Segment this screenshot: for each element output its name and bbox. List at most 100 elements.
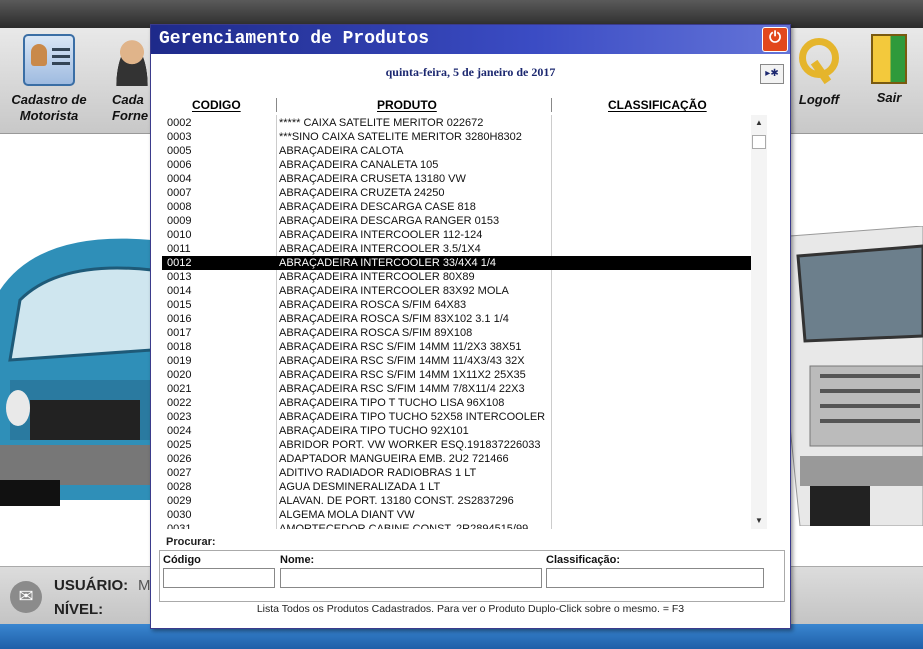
supplier-registration-button[interactable]: Cada Forne bbox=[112, 34, 152, 124]
truck-image bbox=[790, 226, 923, 526]
cell-code: 0019 bbox=[167, 355, 192, 367]
cell-product: ***** CAIXA SATELITE MERITOR 022672 bbox=[279, 117, 484, 129]
table-row[interactable]: 0008 ABRAÇADEIRA DESCARGA CASE 818 bbox=[162, 200, 751, 214]
table-row[interactable]: 0016 ABRAÇADEIRA ROSCA S/FIM 83X102 3.1 1… bbox=[162, 312, 751, 326]
cell-product: ABRAÇADEIRA DESCARGA RANGER 0153 bbox=[279, 215, 500, 227]
table-row[interactable]: 0024 ABRAÇADEIRA TIPO TUCHO 92X101 bbox=[162, 424, 751, 438]
table-row[interactable]: 0011 ABRAÇADEIRA INTERCOOLER 3.5/1X4 bbox=[162, 242, 751, 256]
cell-product: ALAVAN. DE PORT. 13180 CONST. 2S2837296 bbox=[279, 495, 514, 507]
cell-code: 0007 bbox=[167, 187, 192, 199]
cell-product: ABRAÇADEIRA DESCARGA CASE 818 bbox=[279, 201, 476, 213]
cell-product: ABRAÇADEIRA TIPO T TUCHO LISA 96X108 bbox=[279, 397, 505, 409]
cell-code: 0022 bbox=[167, 397, 192, 409]
search-title: Procurar: bbox=[166, 536, 216, 548]
cell-code: 0010 bbox=[167, 229, 192, 241]
cell-product: ABRAÇADEIRA INTERCOOLER 80X89 bbox=[279, 271, 475, 283]
table-row[interactable]: 0006 ABRAÇADEIRA CANALETA 105 bbox=[162, 158, 751, 172]
cell-product: ABRAÇADEIRA RSC S/FIM 14MM 11/2X3 38X51 bbox=[279, 341, 522, 353]
cell-code: 0023 bbox=[167, 411, 192, 423]
dialog-titlebar: Gerenciamento de Produtos ⏻ bbox=[151, 25, 790, 54]
column-header-classification[interactable]: CLASSIFICAÇÃO bbox=[608, 98, 707, 112]
table-row[interactable]: 0002 ***** CAIXA SATELITE MERITOR 022672 bbox=[162, 116, 751, 130]
cell-code: 0011 bbox=[167, 243, 191, 255]
cell-code: 0020 bbox=[167, 369, 192, 381]
cell-product: ABRAÇADEIRA INTERCOOLER 112-124 bbox=[279, 229, 483, 241]
mail-icon[interactable]: ✉ bbox=[10, 581, 42, 613]
table-row[interactable]: 0013 ABRAÇADEIRA INTERCOOLER 80X89 bbox=[162, 270, 751, 284]
cell-code: 0030 bbox=[167, 509, 192, 521]
cell-code: 0015 bbox=[167, 299, 192, 311]
cell-code: 0013 bbox=[167, 271, 192, 283]
dialog-title: Gerenciamento de Produtos bbox=[159, 29, 430, 49]
cell-product: ABRAÇADEIRA ROSCA S/FIM 64X83 bbox=[279, 299, 467, 311]
cell-code: 0009 bbox=[167, 215, 192, 227]
table-row[interactable]: 0021 ABRAÇADEIRA RSC S/FIM 14MM 7/8X11/4 … bbox=[162, 382, 751, 396]
driver-card-icon bbox=[23, 34, 75, 86]
vertical-scrollbar[interactable]: ▲ ▼ bbox=[751, 115, 767, 529]
table-row[interactable]: 0017 ABRAÇADEIRA ROSCA S/FIM 89X108 bbox=[162, 326, 751, 340]
user-label: USUÁRIO: bbox=[54, 577, 129, 594]
cell-product: ABRAÇADEIRA CRUZETA 24250 bbox=[279, 187, 445, 199]
cell-product: ABRIDOR PORT. VW WORKER ESQ.191837226033 bbox=[279, 439, 541, 451]
name-label: Nome: bbox=[280, 554, 315, 566]
navigate-button[interactable]: ▸✱ bbox=[760, 64, 784, 84]
cell-code: 0028 bbox=[167, 481, 192, 493]
power-close-icon[interactable]: ⏻ bbox=[762, 27, 788, 52]
table-row[interactable]: 0004 ABRAÇADEIRA CRUSETA 13180 VW bbox=[162, 172, 751, 186]
code-field[interactable] bbox=[163, 568, 275, 588]
cell-product: ABRAÇADEIRA CANALETA 105 bbox=[279, 159, 439, 171]
table-row[interactable]: 0019 ABRAÇADEIRA RSC S/FIM 14MM 11/4X3/43… bbox=[162, 354, 751, 368]
table-row[interactable]: 0018 ABRAÇADEIRA RSC S/FIM 14MM 11/2X3 38… bbox=[162, 340, 751, 354]
cell-product: ABRAÇADEIRA CALOTA bbox=[279, 145, 404, 157]
header-separator bbox=[276, 98, 277, 112]
table-row[interactable]: 0028 AGUA DESMINERALIZADA 1 LT bbox=[162, 480, 751, 494]
cell-product: ABRAÇADEIRA TIPO TUCHO 92X101 bbox=[279, 425, 469, 437]
cell-product: AGUA DESMINERALIZADA 1 LT bbox=[279, 481, 441, 493]
classification-label: Classificação: bbox=[546, 554, 620, 566]
cell-code: 0024 bbox=[167, 425, 192, 437]
column-header-product[interactable]: PRODUTO bbox=[377, 98, 437, 112]
table-row[interactable]: 0023 ABRAÇADEIRA TIPO TUCHO 52X58 INTERCO… bbox=[162, 410, 751, 424]
name-field[interactable] bbox=[280, 568, 542, 588]
search-frame: Código Nome: Classificação: bbox=[159, 550, 785, 602]
table-row[interactable]: 0025 ABRIDOR PORT. VW WORKER ESQ.19183722… bbox=[162, 438, 751, 452]
table-row[interactable]: 0014 ABRAÇADEIRA INTERCOOLER 83X92 MOLA bbox=[162, 284, 751, 298]
driver-registration-button[interactable]: Cadastro de Motorista bbox=[6, 34, 92, 124]
logoff-label: Logoff bbox=[798, 92, 840, 107]
cell-product: ABRAÇADEIRA RSC S/FIM 14MM 1X11X2 25X35 bbox=[279, 369, 526, 381]
table-row[interactable]: 0007 ABRAÇADEIRA CRUZETA 24250 bbox=[162, 186, 751, 200]
table-row[interactable]: 0029 ALAVAN. DE PORT. 13180 CONST. 2S2837… bbox=[162, 494, 751, 508]
table-row[interactable]: 0005 ABRAÇADEIRA CALOTA bbox=[162, 144, 751, 158]
table-row[interactable]: 0026 ADAPTADOR MANGUEIRA EMB. 2U2 721466 bbox=[162, 452, 751, 466]
cell-code: 0006 bbox=[167, 159, 192, 171]
cell-code: 0003 bbox=[167, 131, 192, 143]
header-separator bbox=[551, 98, 552, 112]
supplier-person-icon bbox=[112, 34, 152, 86]
table-row[interactable]: 0027 ADITIVO RADIADOR RADIOBRAS 1 LT bbox=[162, 466, 751, 480]
table-row[interactable]: 0003 ***SINO CAIXA SATELITE MERITOR 3280H… bbox=[162, 130, 751, 144]
classification-field[interactable] bbox=[546, 568, 764, 588]
cell-product: ADAPTADOR MANGUEIRA EMB. 2U2 721466 bbox=[279, 453, 509, 465]
cell-code: 0026 bbox=[167, 453, 192, 465]
cell-product: ***SINO CAIXA SATELITE MERITOR 3280H8302 bbox=[279, 131, 522, 143]
cell-code: 0016 bbox=[167, 313, 192, 325]
table-row[interactable]: 0012 ABRAÇADEIRA INTERCOOLER 33/4X4 1/4 bbox=[162, 256, 751, 270]
scroll-up-icon[interactable]: ▲ bbox=[751, 117, 767, 129]
logoff-button[interactable]: Logoff bbox=[792, 34, 846, 108]
scroll-down-icon[interactable]: ▼ bbox=[751, 515, 767, 527]
table-row[interactable]: 0030 ALGEMA MOLA DIANT VW bbox=[162, 508, 751, 522]
table-row[interactable]: 0009 ABRAÇADEIRA DESCARGA RANGER 0153 bbox=[162, 214, 751, 228]
exit-button[interactable]: Sair bbox=[862, 34, 916, 106]
scroll-thumb[interactable] bbox=[752, 135, 766, 149]
products-grid[interactable]: 0002 ***** CAIXA SATELITE MERITOR 022672 0… bbox=[162, 115, 751, 529]
table-row[interactable]: 0022 ABRAÇADEIRA TIPO T TUCHO LISA 96X108 bbox=[162, 396, 751, 410]
table-row[interactable]: 0020 ABRAÇADEIRA RSC S/FIM 14MM 1X11X2 25… bbox=[162, 368, 751, 382]
table-row[interactable]: 0015 ABRAÇADEIRA ROSCA S/FIM 64X83 bbox=[162, 298, 751, 312]
cell-product: ABRAÇADEIRA INTERCOOLER 33/4X4 1/4 bbox=[279, 257, 497, 269]
table-row[interactable]: 0010 ABRAÇADEIRA INTERCOOLER 112-124 bbox=[162, 228, 751, 242]
help-hint: Lista Todos os Produtos Cadastrados. Par… bbox=[256, 603, 685, 615]
van-image bbox=[0, 238, 152, 506]
table-row[interactable]: 0031 AMORTECEDOR CABINE CONST. 2R2894515/… bbox=[162, 522, 751, 529]
cell-code: 0018 bbox=[167, 341, 192, 353]
column-header-code[interactable]: CODIGO bbox=[192, 98, 241, 112]
